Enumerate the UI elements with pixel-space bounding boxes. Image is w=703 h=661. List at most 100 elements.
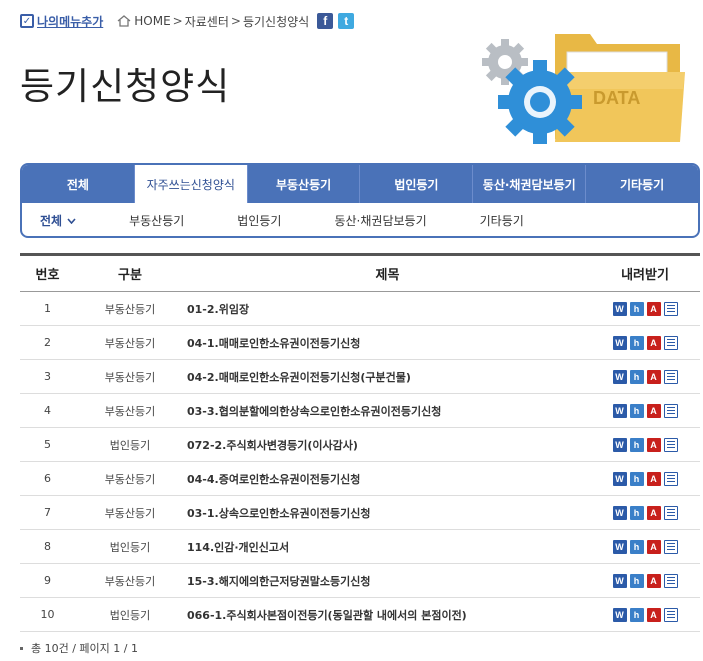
row-number: 10: [40, 608, 55, 621]
data-folder-gears-illustration: DATA: [482, 34, 685, 144]
word-icon[interactable]: W: [612, 573, 627, 588]
tab-frequent-forms[interactable]: 자주쓰는신청양식: [134, 165, 248, 203]
subtab-corporate[interactable]: 법인등기: [237, 212, 281, 229]
row-title-link[interactable]: 114.인감·개인신고서: [185, 539, 590, 555]
twitter-icon[interactable]: t: [338, 13, 355, 29]
row-downloads: WhA: [590, 301, 700, 316]
row-title-link[interactable]: 01-2.위임장: [185, 301, 590, 317]
tab-other[interactable]: 기타등기: [586, 165, 698, 203]
hwp-icon[interactable]: h: [629, 369, 644, 384]
header-category: 구분: [118, 268, 142, 283]
row-category: 법인등기: [109, 540, 151, 554]
word-icon[interactable]: W: [612, 369, 627, 384]
text-file-icon[interactable]: [663, 539, 678, 554]
word-icon[interactable]: W: [612, 471, 627, 486]
tab-all[interactable]: 전체: [22, 165, 135, 203]
row-title-link[interactable]: 04-4.증여로인한소유권이전등기신청: [185, 471, 590, 487]
row-title-link[interactable]: 04-1.매매로인한소유권이전등기신청: [185, 335, 590, 351]
text-file-icon[interactable]: [663, 437, 678, 452]
text-file-icon[interactable]: [663, 607, 678, 622]
table-row: 9 부동산등기 15-3.해지에의한근저당권말소등기신청 Wh A: [20, 564, 700, 598]
row-number: 2: [44, 336, 51, 349]
row-number: 8: [44, 540, 51, 553]
hwp-icon[interactable]: h: [629, 505, 644, 520]
word-icon[interactable]: W: [612, 437, 627, 452]
row-number: 9: [44, 574, 51, 587]
breadcrumb-separator: >: [230, 14, 241, 28]
word-icon[interactable]: W: [612, 505, 627, 520]
pdf-icon[interactable]: A: [646, 437, 661, 452]
row-downloads: WhA: [590, 573, 700, 588]
table-row: 4 부동산등기 03-3.협의분할에의한상속으로인한소유권이전등기신청 Wh A: [20, 394, 700, 428]
hwp-icon[interactable]: h: [629, 607, 644, 622]
pdf-icon[interactable]: A: [646, 403, 661, 418]
text-file-icon[interactable]: [663, 335, 678, 350]
text-file-icon[interactable]: [663, 505, 678, 520]
main-tabs: 전체 자주쓰는신청양식 부동산등기 법인등기 동산·채권담보등기 기타등기: [22, 165, 698, 203]
word-icon[interactable]: W: [612, 301, 627, 316]
subtab-other[interactable]: 기타등기: [480, 212, 524, 229]
pdf-icon[interactable]: A: [646, 301, 661, 316]
sub-tabs: 전체 부동산등기 법인등기 동산·채권담보등기 기타등기: [22, 203, 698, 236]
tab-real-estate[interactable]: 부동산등기: [248, 165, 361, 203]
subtab-movable-collateral[interactable]: 동산·채권담보등기: [334, 212, 426, 229]
breadcrumb-data-center[interactable]: 자료센터: [185, 13, 229, 30]
row-title-link[interactable]: 066-1.주식회사본점이전등기(동일관할 내에서의 본점이전): [185, 607, 590, 623]
hwp-icon[interactable]: h: [629, 335, 644, 350]
table-row: 5 법인등기 072-2.주식회사변경등기(이사감사) Wh A: [20, 428, 700, 462]
add-my-menu-button[interactable]: ✓ 나의메뉴추가: [20, 13, 103, 30]
word-icon[interactable]: W: [612, 607, 627, 622]
hwp-icon[interactable]: h: [629, 573, 644, 588]
table-row: 1 부동산등기 01-2.위임장 Wh A: [20, 292, 700, 326]
row-title-link[interactable]: 04-2.매매로인한소유권이전등기신청(구분건물): [185, 369, 590, 385]
row-title-link[interactable]: 03-3.협의분할에의한상속으로인한소유권이전등기신청: [185, 403, 590, 419]
tab-movable-collateral[interactable]: 동산·채권담보등기: [473, 165, 587, 203]
row-number: 1: [44, 302, 51, 315]
row-downloads: WhA: [590, 607, 700, 622]
hwp-icon[interactable]: h: [629, 539, 644, 554]
row-category: 부동산등기: [104, 404, 156, 418]
table-row: 3 부동산등기 04-2.매매로인한소유권이전등기신청(구분건물) Wh A: [20, 360, 700, 394]
tab-corporate[interactable]: 법인등기: [360, 165, 474, 203]
row-number: 5: [44, 438, 51, 451]
row-title-link[interactable]: 072-2.주식회사변경등기(이사감사): [185, 437, 590, 453]
text-file-icon[interactable]: [663, 471, 678, 486]
facebook-icon[interactable]: f: [317, 13, 334, 29]
pdf-icon[interactable]: A: [646, 573, 661, 588]
row-category: 부동산등기: [104, 370, 156, 384]
hwp-icon[interactable]: h: [629, 471, 644, 486]
chevron-down-icon: [67, 217, 76, 224]
result-count: 총 10건 / 페이지 1 / 1: [20, 640, 138, 656]
row-category: 부동산등기: [104, 336, 156, 350]
text-file-icon[interactable]: [663, 369, 678, 384]
hwp-icon[interactable]: h: [629, 437, 644, 452]
pdf-icon[interactable]: A: [646, 505, 661, 520]
text-file-icon[interactable]: [663, 301, 678, 316]
row-number: 6: [44, 472, 51, 485]
breadcrumb-home[interactable]: HOME: [134, 14, 170, 28]
row-downloads: WhA: [590, 335, 700, 350]
row-title-link[interactable]: 03-1.상속으로인한소유권이전등기신청: [185, 505, 590, 521]
breadcrumb-current: 등기신청양식: [242, 14, 310, 29]
row-category: 법인등기: [109, 608, 151, 622]
word-icon[interactable]: W: [612, 403, 627, 418]
word-icon[interactable]: W: [612, 335, 627, 350]
row-category: 법인등기: [109, 438, 151, 452]
subtab-real-estate[interactable]: 부동산등기: [129, 212, 184, 229]
hwp-icon[interactable]: h: [629, 403, 644, 418]
row-title-link[interactable]: 15-3.해지에의한근저당권말소등기신청: [185, 573, 590, 589]
text-file-icon[interactable]: [663, 403, 678, 418]
subtab-all[interactable]: 전체: [40, 212, 76, 229]
text-file-icon[interactable]: [663, 573, 678, 588]
pdf-icon[interactable]: A: [646, 335, 661, 350]
pdf-icon[interactable]: A: [646, 369, 661, 384]
table-row: 2 부동산등기 04-1.매매로인한소유권이전등기신청 Wh A: [20, 326, 700, 360]
row-downloads: WhA: [590, 437, 700, 452]
word-icon[interactable]: W: [612, 539, 627, 554]
pdf-icon[interactable]: A: [646, 539, 661, 554]
hwp-icon[interactable]: h: [629, 301, 644, 316]
breadcrumb: HOME > 자료센터 > 등기신청양식: [117, 13, 309, 30]
pdf-icon[interactable]: A: [646, 607, 661, 622]
header-number: 번호: [35, 268, 60, 283]
pdf-icon[interactable]: A: [646, 471, 661, 486]
